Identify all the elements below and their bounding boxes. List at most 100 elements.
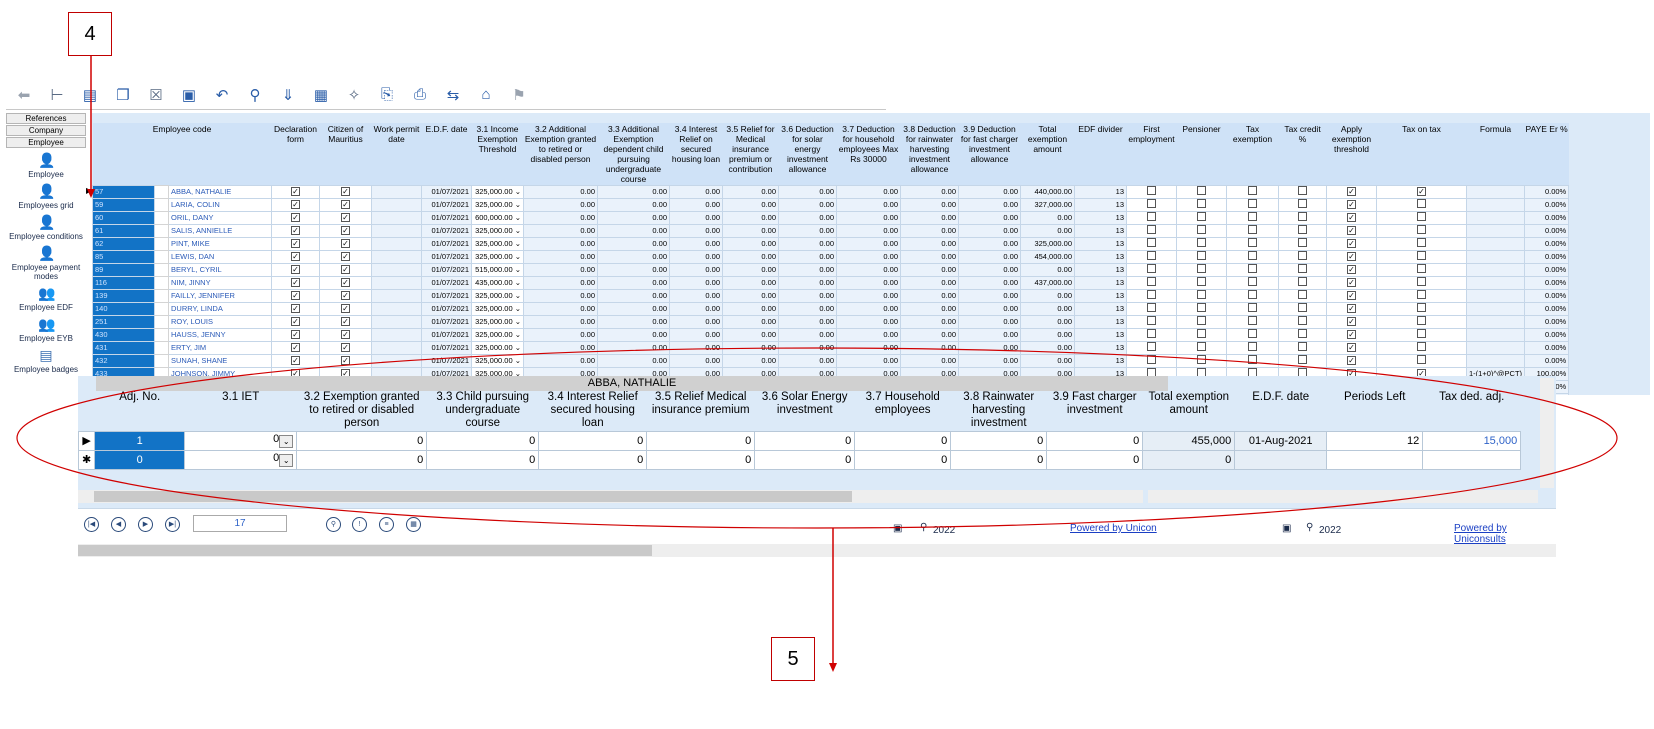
checkbox[interactable] bbox=[1248, 264, 1257, 273]
chevron-down-icon[interactable]: ⌄ bbox=[279, 454, 294, 467]
table-row[interactable]: 61 SALIS, ANNIELLE ✓ ✓ 01/07/2021 325,000.00 … bbox=[92, 223, 1570, 238]
table-cell[interactable]: 0 bbox=[754, 449, 856, 470]
col-header[interactable]: 3.7 Household employees bbox=[855, 391, 951, 431]
col-header[interactable]: Adj. No. bbox=[95, 391, 185, 431]
table-cell[interactable] bbox=[1465, 223, 1526, 238]
table-cell[interactable]: 0.00 bbox=[958, 262, 1021, 277]
table-row[interactable]: 140 DURRY, LINDA ✓ ✓ 01/07/2021 325,000.00 ⌄ 0… bbox=[92, 301, 1570, 316]
table-cell[interactable]: 01/07/2021 bbox=[421, 262, 472, 277]
table-cell[interactable]: 01/07/2021 bbox=[421, 353, 472, 368]
table-cell[interactable]: 0 bbox=[1142, 449, 1236, 470]
table-cell[interactable] bbox=[1376, 236, 1467, 251]
checkbox[interactable]: ✓ bbox=[291, 238, 300, 248]
table-cell[interactable] bbox=[154, 353, 169, 368]
table-cell[interactable] bbox=[1176, 223, 1227, 238]
checkbox[interactable] bbox=[1147, 303, 1156, 312]
table-cell[interactable]: 325,000.00 ⌄ bbox=[471, 197, 524, 212]
table-cell[interactable]: 0.00 bbox=[958, 223, 1021, 238]
checkbox[interactable]: ✓ bbox=[1347, 225, 1356, 235]
checkbox[interactable] bbox=[1298, 238, 1307, 247]
checkbox[interactable]: ✓ bbox=[1347, 212, 1356, 222]
table-row[interactable]: 430 HAUSS, JENNY ✓ ✓ 01/07/2021 325,000.00 ⌄ 0… bbox=[92, 327, 1570, 342]
table-cell[interactable]: 0.00 bbox=[597, 301, 670, 316]
checkbox[interactable] bbox=[1147, 355, 1156, 364]
table-cell[interactable] bbox=[371, 288, 422, 303]
table-cell[interactable]: ✓ bbox=[271, 236, 320, 251]
table-cell[interactable] bbox=[1326, 449, 1424, 470]
table-row[interactable]: 89 BERYL, CYRIL ✓ ✓ 01/07/2021 515,000.00 ⌄ 0.… bbox=[92, 262, 1570, 277]
checkbox[interactable]: ✓ bbox=[1347, 355, 1356, 365]
col-header[interactable]: PAYE Er % bbox=[1524, 123, 1569, 185]
table-cell[interactable] bbox=[1465, 197, 1526, 212]
checkbox[interactable]: ✓ bbox=[291, 264, 300, 274]
nav-item-employee[interactable]: 👤 Employee bbox=[6, 152, 86, 179]
table-cell[interactable]: 0.00 bbox=[523, 236, 598, 251]
table-cell[interactable] bbox=[1465, 262, 1526, 277]
table-cell[interactable]: 0.00 bbox=[900, 197, 959, 212]
powered-by-link-2[interactable]: Powered by Uniconsults bbox=[1454, 523, 1556, 545]
table-cell[interactable]: 0.00 bbox=[597, 236, 670, 251]
checkbox[interactable]: ✓ bbox=[341, 212, 350, 222]
table-cell[interactable]: 0 bbox=[1046, 449, 1144, 470]
checkbox[interactable] bbox=[1197, 251, 1206, 260]
col-header[interactable]: 3.9 Fast charger investment bbox=[1047, 391, 1143, 431]
col-header[interactable]: Apply exemption threshold bbox=[1326, 123, 1377, 185]
nav-header-company[interactable]: Company bbox=[6, 125, 86, 136]
table-cell[interactable]: 0.00 bbox=[836, 288, 901, 303]
checkbox[interactable]: ✓ bbox=[341, 277, 350, 287]
table-cell[interactable]: 0.00 bbox=[669, 210, 723, 225]
checkbox[interactable] bbox=[1197, 303, 1206, 312]
checkbox[interactable] bbox=[1197, 316, 1206, 325]
table-cell[interactable]: 515,000.00 ⌄ bbox=[471, 262, 524, 277]
table-cell[interactable] bbox=[1226, 275, 1279, 290]
table-cell[interactable] bbox=[1226, 249, 1279, 264]
checkbox[interactable] bbox=[1417, 316, 1426, 325]
table-cell[interactable]: LEWIS, DAN bbox=[168, 249, 272, 264]
table-row[interactable]: 116 NIM, JINNY ✓ ✓ 01/07/2021 435,000.00 ⌄ 0.0… bbox=[92, 275, 1570, 290]
table-cell[interactable]: 01/07/2021 bbox=[421, 275, 472, 290]
checkbox[interactable] bbox=[1298, 225, 1307, 234]
table-cell[interactable] bbox=[1126, 327, 1177, 342]
table-cell[interactable]: ✓ bbox=[1326, 288, 1377, 303]
table-cell[interactable]: 0.00 bbox=[597, 314, 670, 329]
table-cell[interactable]: 0.00 bbox=[958, 314, 1021, 329]
table-cell[interactable]: PINT, MIKE bbox=[168, 236, 272, 251]
table-cell[interactable] bbox=[1226, 314, 1279, 329]
table-cell[interactable]: 325,000.00 ⌄ bbox=[471, 223, 524, 238]
table-cell[interactable]: 0.00 bbox=[836, 275, 901, 290]
checkbox[interactable]: ✓ bbox=[1347, 316, 1356, 326]
table-cell[interactable]: ✓ bbox=[271, 210, 320, 225]
col-header[interactable]: 3.7 Deduction for household employees Ma… bbox=[836, 123, 901, 185]
table-cell[interactable]: 430 bbox=[92, 327, 155, 342]
table-cell[interactable] bbox=[1126, 210, 1177, 225]
table-cell[interactable] bbox=[1226, 223, 1279, 238]
checkbox[interactable] bbox=[1197, 225, 1206, 234]
checkbox[interactable] bbox=[1197, 342, 1206, 351]
table-cell[interactable] bbox=[1278, 275, 1327, 290]
table-cell[interactable]: 0 bbox=[950, 430, 1048, 451]
table-cell[interactable] bbox=[1176, 210, 1227, 225]
checkbox[interactable] bbox=[1298, 355, 1307, 364]
checkbox[interactable]: ✓ bbox=[291, 316, 300, 326]
table-cell[interactable]: 431 bbox=[92, 340, 155, 355]
checkbox[interactable] bbox=[1417, 303, 1426, 312]
checkbox[interactable]: ✓ bbox=[341, 355, 350, 365]
table-cell[interactable] bbox=[1278, 197, 1327, 212]
col-header[interactable]: Tax ded. adj. bbox=[1423, 391, 1521, 431]
checkbox[interactable]: ✓ bbox=[291, 355, 300, 365]
checkbox[interactable] bbox=[1197, 212, 1206, 221]
col-header[interactable]: 3.2 Exemption granted to retired or disa… bbox=[297, 391, 427, 431]
checkbox[interactable]: ✓ bbox=[1347, 238, 1356, 248]
table-cell[interactable]: 0.00% bbox=[1524, 262, 1570, 277]
table-cell[interactable] bbox=[1126, 262, 1177, 277]
table-cell[interactable]: LARIA, COLIN bbox=[168, 197, 272, 212]
col-header[interactable]: 3.6 Deduction for solar energy investmen… bbox=[778, 123, 837, 185]
table-cell[interactable] bbox=[154, 249, 169, 264]
table-cell[interactable]: 0.00% bbox=[1524, 197, 1570, 212]
table-cell[interactable]: ✓ bbox=[319, 197, 372, 212]
checkbox[interactable] bbox=[1298, 199, 1307, 208]
table-cell[interactable]: 0.00 bbox=[669, 223, 723, 238]
table-cell[interactable] bbox=[1465, 327, 1526, 342]
table-cell[interactable] bbox=[371, 249, 422, 264]
table-cell[interactable] bbox=[1176, 314, 1227, 329]
